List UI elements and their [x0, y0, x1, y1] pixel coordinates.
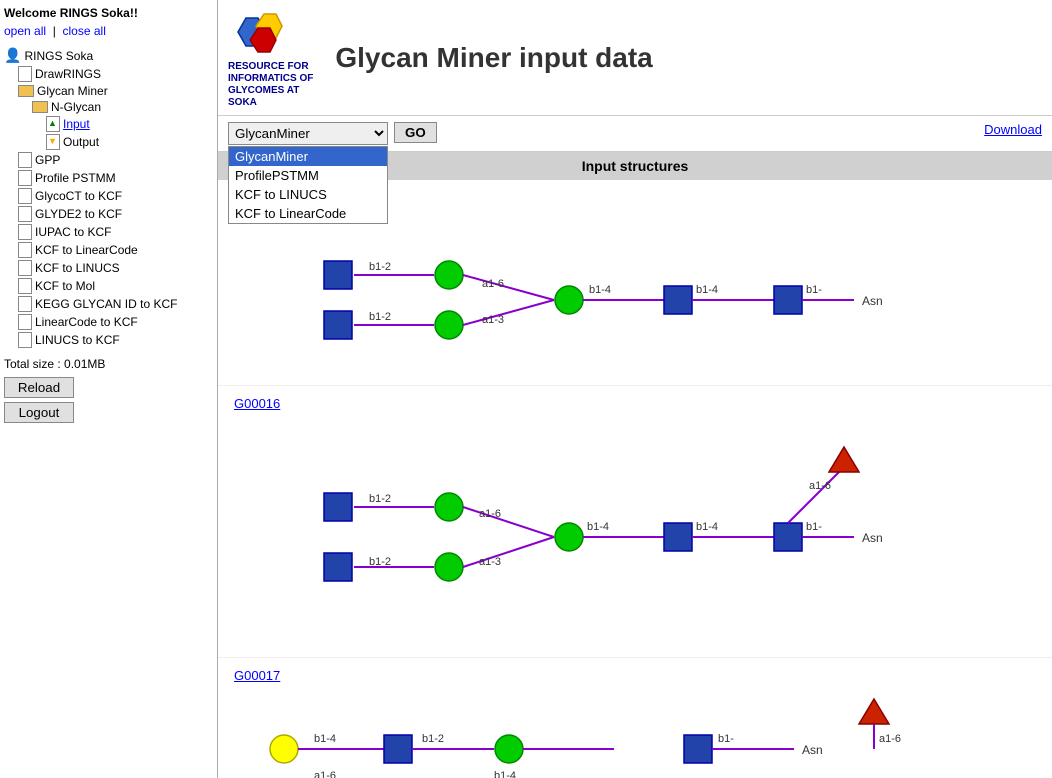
sidebar-item-linearcode-kcf[interactable]: LinearCode to KCF: [4, 313, 213, 331]
sidebar-item-profile-pstmm[interactable]: Profile PSTMM: [4, 169, 213, 187]
sidebar-item-glycoct-kcf[interactable]: GlycoCT to KCF: [4, 187, 213, 205]
sidebar-item-kcf-mol[interactable]: KCF to Mol: [4, 277, 213, 295]
sidebar-item-iupac-kcf[interactable]: IUPAC to KCF: [4, 223, 213, 241]
welcome-text: Welcome RINGS Soka!!: [4, 6, 213, 20]
node-square-mid2: [774, 286, 802, 314]
sidebar-item-drawrings[interactable]: DrawRINGS: [4, 65, 213, 83]
svg-text:a1-3: a1-3: [482, 314, 504, 326]
glycan-id-g00017[interactable]: G00017: [234, 668, 280, 683]
glycan-id-g00016[interactable]: G00016: [234, 396, 280, 411]
glycan-entry-g00016: G00016 b1-2 b1-2 a1-6 a1-3: [218, 386, 1052, 658]
svg-text:a1-6: a1-6: [479, 508, 501, 520]
svg-text:b1-2: b1-2: [422, 733, 444, 745]
glycan-svg-g00016: b1-2 b1-2 a1-6 a1-3 b1-4 b1-4: [234, 417, 1052, 647]
logo-svg: [228, 6, 290, 58]
open-all-link[interactable]: open all: [4, 24, 46, 38]
svg-text:b1-4: b1-4: [696, 521, 718, 533]
svg-text:b1-2: b1-2: [369, 261, 391, 273]
page-title: Glycan Miner input data: [335, 42, 652, 74]
sidebar-item-kcf-linearcode[interactable]: KCF to LinearCode: [4, 241, 213, 259]
node-square-bottom: [324, 311, 352, 339]
svg-text:b1-4: b1-4: [696, 284, 718, 296]
dropdown-item-kcf-to-linucs[interactable]: KCF to LINUCS: [229, 185, 387, 204]
sidebar-tree: 👤RINGS SokaDrawRINGSGlycan MinerN-Glycan…: [4, 46, 213, 349]
dropdown-item-profilepstmm[interactable]: ProfilePSTMM: [229, 166, 387, 185]
svg-text:Asn: Asn: [862, 531, 883, 545]
sidebar-item-gpp[interactable]: GPP: [4, 151, 213, 169]
svg-text:b1-: b1-: [806, 521, 822, 533]
node-circle-bottom: [435, 311, 463, 339]
glycan-svg-g00015: b1-2 b1-2 a1-6 a1-3 b1-4 b1-4: [234, 215, 1052, 375]
node-square-top: [324, 261, 352, 289]
svg-text:a1-3: a1-3: [479, 556, 501, 568]
sidebar-item-n-glycan[interactable]: N-Glycan: [4, 99, 213, 115]
dropdown-list: GlycanMinerProfilePSTMMKCF to LINUCSKCF …: [228, 146, 388, 224]
toolbar: GlycanMinerProfilePSTMMKCF to LINUCSKCF …: [218, 116, 1052, 152]
header: RESOURCE FOR INFORMATICS OF GLYCOMES AT …: [218, 0, 1052, 116]
sidebar-item-output[interactable]: ▼Output: [4, 133, 213, 151]
sidebar-item-kegg-glycan[interactable]: KEGG GLYCAN ID to KCF: [4, 295, 213, 313]
svg-text:a1-6: a1-6: [879, 733, 901, 745]
logo-area: RESOURCE FOR INFORMATICS OF GLYCOMES AT …: [228, 6, 313, 109]
svg-text:b1-4: b1-4: [314, 733, 336, 745]
sidebar-item-kcf-linucs[interactable]: KCF to LINUCS: [4, 259, 213, 277]
node-circle-top: [435, 261, 463, 289]
tool-select[interactable]: GlycanMinerProfilePSTMMKCF to LINUCSKCF …: [228, 122, 388, 145]
node-circle-center: [555, 286, 583, 314]
dropdown-item-glycanminer[interactable]: GlycanMiner: [229, 147, 387, 166]
sidebar: Welcome RINGS Soka!! open all | close al…: [0, 0, 218, 778]
sidebar-item-glycan-miner[interactable]: Glycan Miner: [4, 83, 213, 99]
svg-text:b1-: b1-: [806, 284, 822, 296]
node-square-mid1: [664, 286, 692, 314]
svg-text:b1-4: b1-4: [589, 284, 611, 296]
sidebar-item-rings-soka[interactable]: 👤RINGS Soka: [4, 46, 213, 65]
logout-button[interactable]: Logout: [4, 402, 74, 423]
download-link[interactable]: Download: [984, 122, 1042, 137]
logo-text: RESOURCE FOR INFORMATICS OF GLYCOMES AT …: [228, 61, 313, 109]
svg-text:b1-4: b1-4: [494, 770, 516, 778]
sidebar-item-input[interactable]: ▲Input: [4, 115, 213, 133]
svg-text:a1-6: a1-6: [314, 770, 336, 778]
main-area: RESOURCE FOR INFORMATICS OF GLYCOMES AT …: [218, 0, 1052, 778]
dropdown-item-kcf-to-linearcode[interactable]: KCF to LinearCode: [229, 204, 387, 223]
glycan-svg-g00017: b1-4 b1-2 b1- Asn a1-6 a1-6 b1-4: [234, 689, 1052, 778]
sidebar-item-glyde2-kcf[interactable]: GLYDE2 to KCF: [4, 205, 213, 223]
sidebar-item-linucs-kcf[interactable]: LINUCS to KCF: [4, 331, 213, 349]
svg-text:b1-2: b1-2: [369, 311, 391, 323]
svg-text:Asn: Asn: [802, 743, 823, 757]
close-all-link[interactable]: close all: [63, 24, 106, 38]
reload-button[interactable]: Reload: [4, 377, 74, 398]
go-button[interactable]: GO: [394, 122, 437, 143]
svg-text:b1-2: b1-2: [369, 493, 391, 505]
svg-text:b1-2: b1-2: [369, 556, 391, 568]
total-size-text: Total size : 0.01MB: [4, 357, 213, 371]
svg-text:b1-4: b1-4: [587, 521, 609, 533]
svg-text:Asn: Asn: [862, 294, 883, 308]
svg-text:a1-6: a1-6: [809, 480, 831, 492]
svg-text:b1-: b1-: [718, 733, 734, 745]
content-area: Input structures G00015 b1-2 b1-2: [218, 152, 1052, 778]
glycan-entry-g00017: G00017 b1-4 b1-2 b1- Asn: [218, 658, 1052, 778]
svg-text:a1-6: a1-6: [482, 278, 504, 290]
